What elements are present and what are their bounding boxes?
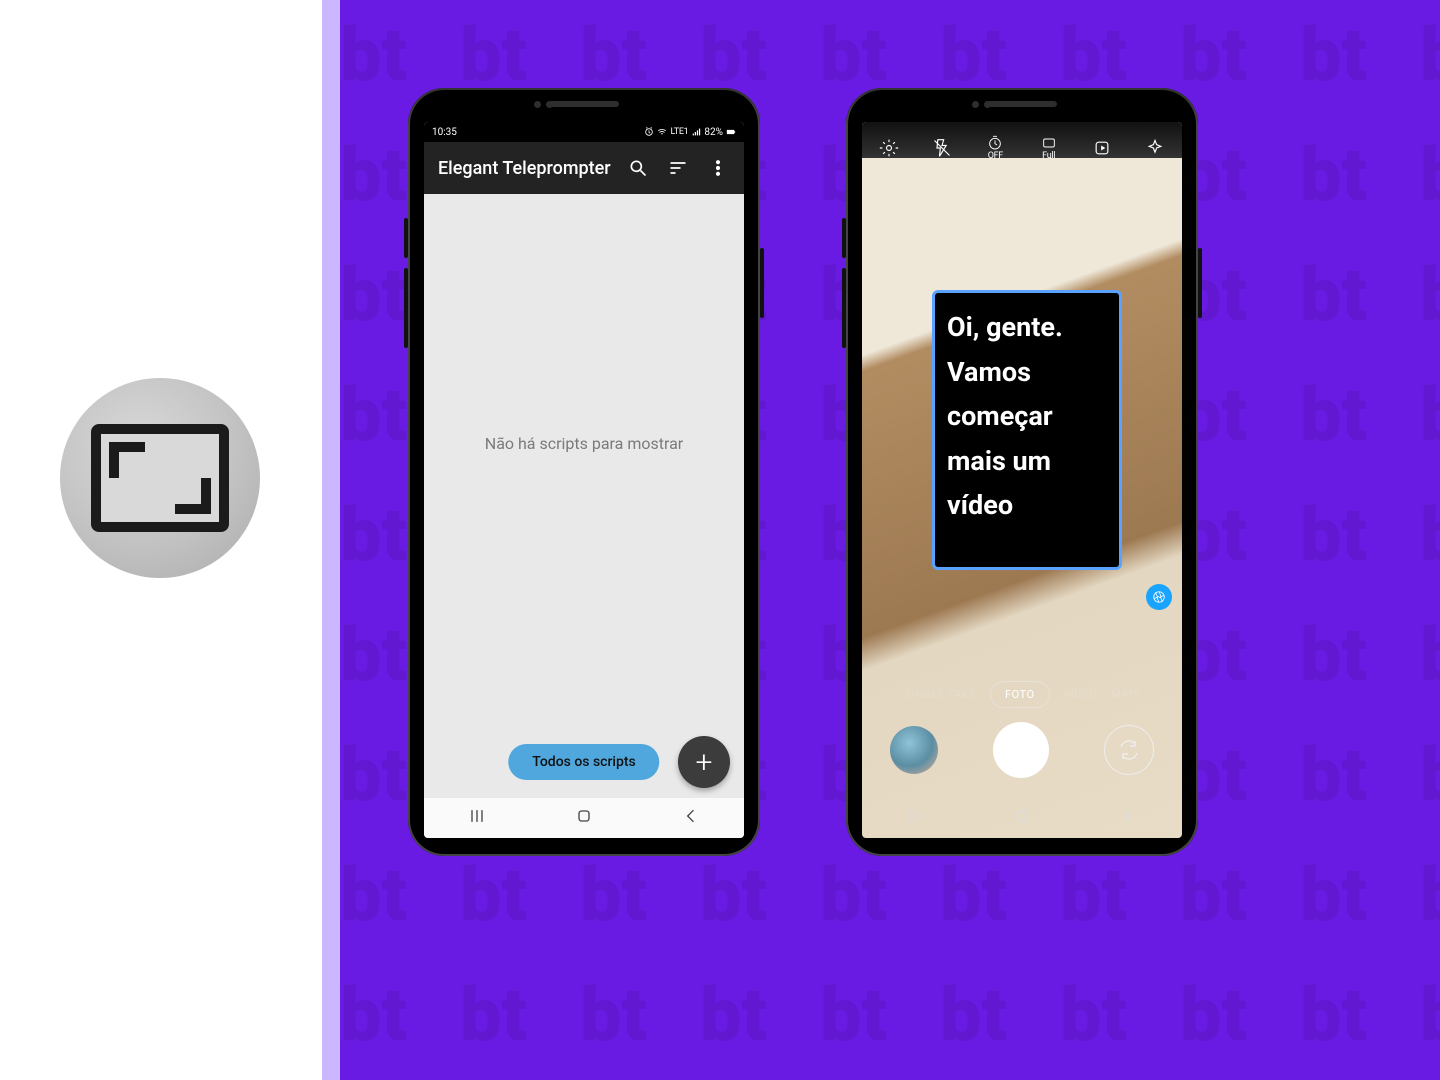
search-button[interactable] bbox=[618, 148, 658, 188]
mode-single-take[interactable]: SINGLE TAKE bbox=[905, 688, 977, 701]
scene-optimizer-button[interactable] bbox=[1146, 584, 1172, 610]
phone-sensor bbox=[984, 101, 991, 108]
phone-mockup-camera: OFF Full Oi, gente. Vamos começar mais bbox=[846, 88, 1198, 856]
aperture-icon bbox=[1152, 590, 1166, 604]
status-bar: 10:35 LTE1 82% bbox=[424, 122, 744, 142]
all-scripts-chip[interactable]: Todos os scripts bbox=[508, 744, 659, 780]
mode-foto[interactable]: FOTO bbox=[990, 681, 1049, 708]
recents-icon bbox=[905, 806, 925, 826]
timer-off-label: OFF bbox=[988, 151, 1003, 161]
phone-speaker bbox=[549, 101, 619, 107]
stage: bt 10:35 LTE1 bbox=[0, 0, 1440, 1080]
status-time: 10:35 bbox=[432, 127, 457, 138]
timer-button[interactable]: OFF bbox=[982, 135, 1008, 161]
camera-mode-selector[interactable]: SINGLE TAKE FOTO VÍDEO MAIS bbox=[862, 681, 1182, 708]
nav-home-button[interactable] bbox=[1012, 806, 1032, 830]
nav-recents-button[interactable] bbox=[467, 806, 487, 830]
switch-camera-button[interactable] bbox=[1104, 725, 1154, 775]
home-icon bbox=[1012, 806, 1032, 826]
gallery-thumbnail-button[interactable] bbox=[890, 726, 938, 774]
camera-viewfinder[interactable]: OFF Full Oi, gente. Vamos começar mais bbox=[862, 122, 1182, 838]
status-right: LTE1 82% bbox=[644, 127, 736, 138]
phone-sensor bbox=[546, 101, 553, 108]
motion-photo-button[interactable] bbox=[1089, 135, 1115, 161]
volume-up-button[interactable] bbox=[842, 218, 846, 258]
purple-panel: bt 10:35 LTE1 bbox=[340, 0, 1440, 1080]
android-nav-bar bbox=[862, 798, 1182, 838]
app-title: Elegant Teleprompter bbox=[438, 158, 618, 179]
volume-down-button[interactable] bbox=[842, 268, 846, 348]
camera-settings-button[interactable] bbox=[876, 135, 902, 161]
nav-back-button[interactable] bbox=[681, 806, 701, 830]
app-icon-aspect-ratio bbox=[60, 378, 260, 578]
sort-icon bbox=[668, 158, 688, 178]
android-nav-bar bbox=[424, 798, 744, 838]
motion-photo-icon bbox=[1092, 138, 1112, 158]
signal-icon bbox=[691, 127, 701, 137]
volume-down-button[interactable] bbox=[404, 268, 408, 348]
shutter-button[interactable] bbox=[993, 722, 1049, 778]
home-icon bbox=[574, 806, 594, 826]
gear-icon bbox=[879, 138, 899, 158]
nav-home-button[interactable] bbox=[574, 806, 594, 830]
phone-mockup-teleprompter: 10:35 LTE1 82% Elegant Teleprompter bbox=[408, 88, 760, 856]
sparkle-icon bbox=[1145, 138, 1165, 158]
volume-up-button[interactable] bbox=[404, 218, 408, 258]
scripts-list-body: Não há scripts para mostrar Todos os scr… bbox=[424, 194, 744, 798]
mode-mais[interactable]: MAIS bbox=[1111, 688, 1139, 701]
vertical-divider bbox=[322, 0, 340, 1080]
power-button[interactable] bbox=[760, 248, 764, 318]
sort-button[interactable] bbox=[658, 148, 698, 188]
wifi-icon bbox=[657, 127, 667, 137]
ratio-full-label: Full bbox=[1042, 151, 1055, 161]
nav-back-button[interactable] bbox=[1119, 806, 1139, 830]
recents-icon bbox=[467, 806, 487, 826]
flash-button[interactable] bbox=[929, 135, 955, 161]
aspect-ratio-button[interactable]: Full bbox=[1036, 135, 1062, 161]
ratio-icon bbox=[1041, 135, 1057, 151]
overflow-menu-button[interactable] bbox=[698, 148, 738, 188]
phone-sensor bbox=[534, 101, 541, 108]
add-script-fab[interactable]: + bbox=[678, 736, 730, 788]
phone-sensor bbox=[972, 101, 979, 108]
camera-top-controls: OFF Full bbox=[862, 128, 1182, 168]
teleprompter-overlay[interactable]: Oi, gente. Vamos começar mais um vídeo bbox=[932, 290, 1122, 570]
camera-screen: OFF Full Oi, gente. Vamos começar mais bbox=[862, 122, 1182, 838]
power-button[interactable] bbox=[1198, 248, 1202, 318]
empty-state-message: Não há scripts para mostrar bbox=[424, 434, 744, 453]
switch-camera-icon bbox=[1117, 738, 1141, 762]
filters-button[interactable] bbox=[1142, 135, 1168, 161]
phone-speaker bbox=[987, 101, 1057, 107]
timer-icon bbox=[987, 135, 1003, 151]
mode-video[interactable]: VÍDEO bbox=[1064, 688, 1098, 701]
app-bar: Elegant Teleprompter bbox=[424, 142, 744, 194]
back-icon bbox=[1119, 806, 1139, 826]
nav-recents-button[interactable] bbox=[905, 806, 925, 830]
teleprompter-text: Oi, gente. Vamos começar mais um vídeo bbox=[947, 305, 1107, 528]
left-column bbox=[0, 0, 322, 1080]
battery-icon bbox=[726, 127, 736, 137]
status-battery: 82% bbox=[704, 127, 723, 138]
screen: 10:35 LTE1 82% Elegant Teleprompter bbox=[424, 122, 744, 838]
search-icon bbox=[628, 158, 648, 178]
status-network: LTE1 bbox=[670, 127, 688, 137]
aspect-ratio-icon bbox=[91, 424, 229, 532]
back-icon bbox=[681, 806, 701, 826]
flash-off-icon bbox=[932, 138, 952, 158]
alarm-icon bbox=[644, 127, 654, 137]
shutter-row bbox=[862, 716, 1182, 784]
more-vert-icon bbox=[708, 158, 728, 178]
